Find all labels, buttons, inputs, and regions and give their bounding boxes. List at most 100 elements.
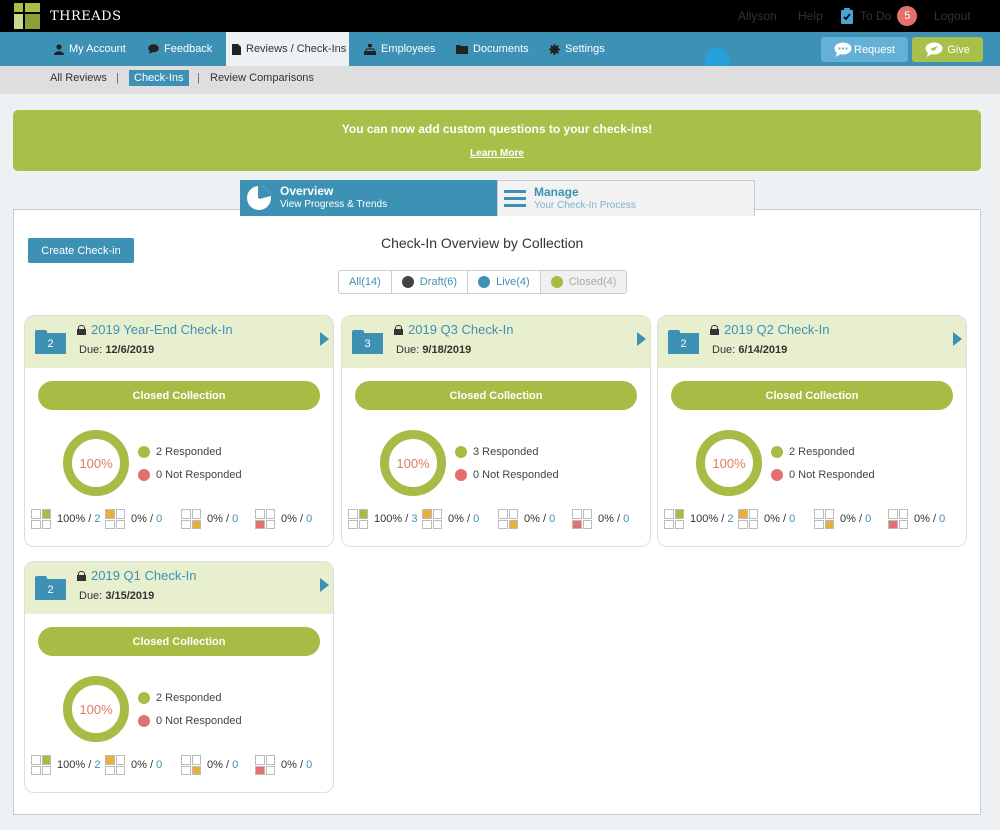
- stat-count[interactable]: 0: [623, 513, 629, 525]
- stat-separator: /: [296, 759, 307, 771]
- nav-label: Settings: [565, 43, 605, 55]
- app-logo[interactable]: THREADS: [14, 3, 122, 29]
- chevron-right-icon[interactable]: [320, 578, 329, 592]
- card-title-text: 2019 Q3 Check-In: [408, 322, 514, 337]
- card-title[interactable]: 2019 Q2 Check-In: [710, 322, 830, 337]
- responded-text: 2 Responded: [156, 446, 222, 458]
- learn-more-link[interactable]: Learn More: [13, 148, 981, 159]
- stat-count[interactable]: 0: [789, 513, 795, 525]
- card-stats: 100% / 2 0% / 0 0% / 0 0% / 0: [31, 755, 331, 777]
- nav-settings[interactable]: Settings: [549, 32, 605, 66]
- todo-count-badge: 5: [897, 6, 918, 26]
- stat-count[interactable]: 0: [939, 513, 945, 525]
- stat-percent: 0%: [524, 513, 540, 525]
- nav-reviews-checkins[interactable]: Reviews / Check-Ins: [226, 32, 349, 66]
- person-icon: [54, 43, 64, 55]
- nav-documents[interactable]: Documents: [456, 32, 529, 66]
- card-header: 2 2019 Q1 Check-In Due: 3/15/2019: [25, 562, 333, 614]
- green-dot-icon: [138, 692, 150, 704]
- todo-link[interactable]: To Do 5: [840, 6, 918, 26]
- app-name: THREADS: [50, 8, 122, 24]
- nav-feedback[interactable]: Feedback: [148, 32, 212, 66]
- filter-label: Live(4): [496, 276, 530, 288]
- nav-my-account[interactable]: My Account: [54, 32, 126, 66]
- stat-count[interactable]: 2: [727, 513, 733, 525]
- give-feedback-button[interactable]: Give: [912, 37, 983, 62]
- not-responded-text: 0 Not Responded: [473, 469, 559, 481]
- stat-separator: /: [855, 513, 866, 525]
- create-check-in-button[interactable]: Create Check-in: [28, 238, 134, 263]
- logout-link[interactable]: Logout: [934, 9, 971, 23]
- todo-label: To Do: [860, 9, 892, 23]
- subnav-all-reviews[interactable]: All Reviews: [50, 72, 107, 84]
- green-dot-icon: [138, 446, 150, 458]
- filter-label: All(14): [349, 276, 381, 288]
- due-label: Due:: [79, 590, 103, 602]
- filter-closed[interactable]: Closed(4): [540, 271, 627, 293]
- legend-not-responded: 0 Not Responded: [455, 469, 559, 481]
- stat-separator: /: [463, 513, 474, 525]
- stat-count[interactable]: 0: [156, 759, 162, 771]
- nav-label: Documents: [473, 43, 529, 55]
- stat-percent: 0%: [764, 513, 780, 525]
- org-chart-icon: [364, 43, 376, 55]
- stat-group: 0% / 0: [572, 509, 629, 529]
- check-in-card[interactable]: 2 2019 Q2 Check-In Due: 6/14/2019 Closed…: [657, 315, 967, 547]
- stat-count[interactable]: 0: [156, 513, 162, 525]
- nav-employees[interactable]: Employees: [364, 32, 435, 66]
- card-due: Due: 6/14/2019: [712, 344, 787, 356]
- chevron-right-icon[interactable]: [637, 332, 646, 346]
- filter-all[interactable]: All(14): [339, 271, 392, 293]
- stat-count[interactable]: 0: [549, 513, 555, 525]
- grid-orange-icon: [498, 509, 518, 529]
- stat-count[interactable]: 0: [865, 513, 871, 525]
- stat-percent: 0%: [281, 759, 297, 771]
- request-feedback-button[interactable]: Request: [821, 37, 908, 62]
- send-bubble-icon: [925, 42, 943, 57]
- responded-text: 2 Responded: [789, 446, 855, 458]
- help-link[interactable]: Help: [798, 9, 823, 23]
- chevron-right-icon[interactable]: [953, 332, 962, 346]
- check-in-card[interactable]: 3 2019 Q3 Check-In Due: 9/18/2019 Closed…: [341, 315, 651, 547]
- red-dot-icon: [138, 715, 150, 727]
- closed-collection-button[interactable]: Closed Collection: [38, 381, 320, 410]
- grid-red-icon: [255, 509, 275, 529]
- card-stats: 100% / 3 0% / 0 0% / 0 0% / 0: [348, 509, 648, 531]
- chevron-right-icon[interactable]: [320, 332, 329, 346]
- stat-count[interactable]: 2: [94, 759, 100, 771]
- stat-separator: /: [779, 513, 790, 525]
- closed-collection-button[interactable]: Closed Collection: [38, 627, 320, 656]
- stat-count[interactable]: 2: [94, 513, 100, 525]
- filter-draft[interactable]: Draft(6): [392, 271, 469, 293]
- closed-collection-button[interactable]: Closed Collection: [671, 381, 953, 410]
- stat-count[interactable]: 0: [306, 759, 312, 771]
- lock-icon: [77, 324, 86, 335]
- closed-collection-button[interactable]: Closed Collection: [355, 381, 637, 410]
- stat-count[interactable]: 3: [411, 513, 417, 525]
- subnav-review-comparisons[interactable]: Review Comparisons: [210, 72, 314, 84]
- due-label: Due:: [712, 344, 736, 356]
- tab-overview[interactable]: Overview View Progress & Trends: [240, 180, 497, 216]
- user-menu-link[interactable]: Allyson: [738, 9, 777, 23]
- response-donut: 100%: [63, 676, 129, 742]
- card-title[interactable]: 2019 Q3 Check-In: [394, 322, 514, 337]
- grid-red-icon: [888, 509, 908, 529]
- filter-live[interactable]: Live(4): [468, 271, 541, 293]
- stat-count[interactable]: 0: [473, 513, 479, 525]
- check-in-card[interactable]: 2 2019 Q1 Check-In Due: 3/15/2019 Closed…: [24, 561, 334, 793]
- stat-count[interactable]: 0: [306, 513, 312, 525]
- clipboard-check-icon: [841, 7, 853, 24]
- check-in-card[interactable]: 2 2019 Year-End Check-In Due: 12/6/2019 …: [24, 315, 334, 547]
- legend-responded: 2 Responded: [138, 692, 221, 704]
- stat-group: 0% / 0: [181, 509, 238, 529]
- stat-count[interactable]: 0: [232, 513, 238, 525]
- closed-dot-icon: [550, 276, 563, 288]
- tab-manage[interactable]: Manage Your Check-In Process: [497, 180, 755, 216]
- subnav-check-ins[interactable]: Check-Ins: [129, 70, 189, 86]
- filter-label: Draft(6): [419, 276, 458, 288]
- card-title[interactable]: 2019 Year-End Check-In: [77, 322, 233, 337]
- stat-percent: 0%: [840, 513, 856, 525]
- stat-count[interactable]: 0: [232, 759, 238, 771]
- grid-yellow-icon: [105, 509, 125, 529]
- card-title[interactable]: 2019 Q1 Check-In: [77, 568, 197, 583]
